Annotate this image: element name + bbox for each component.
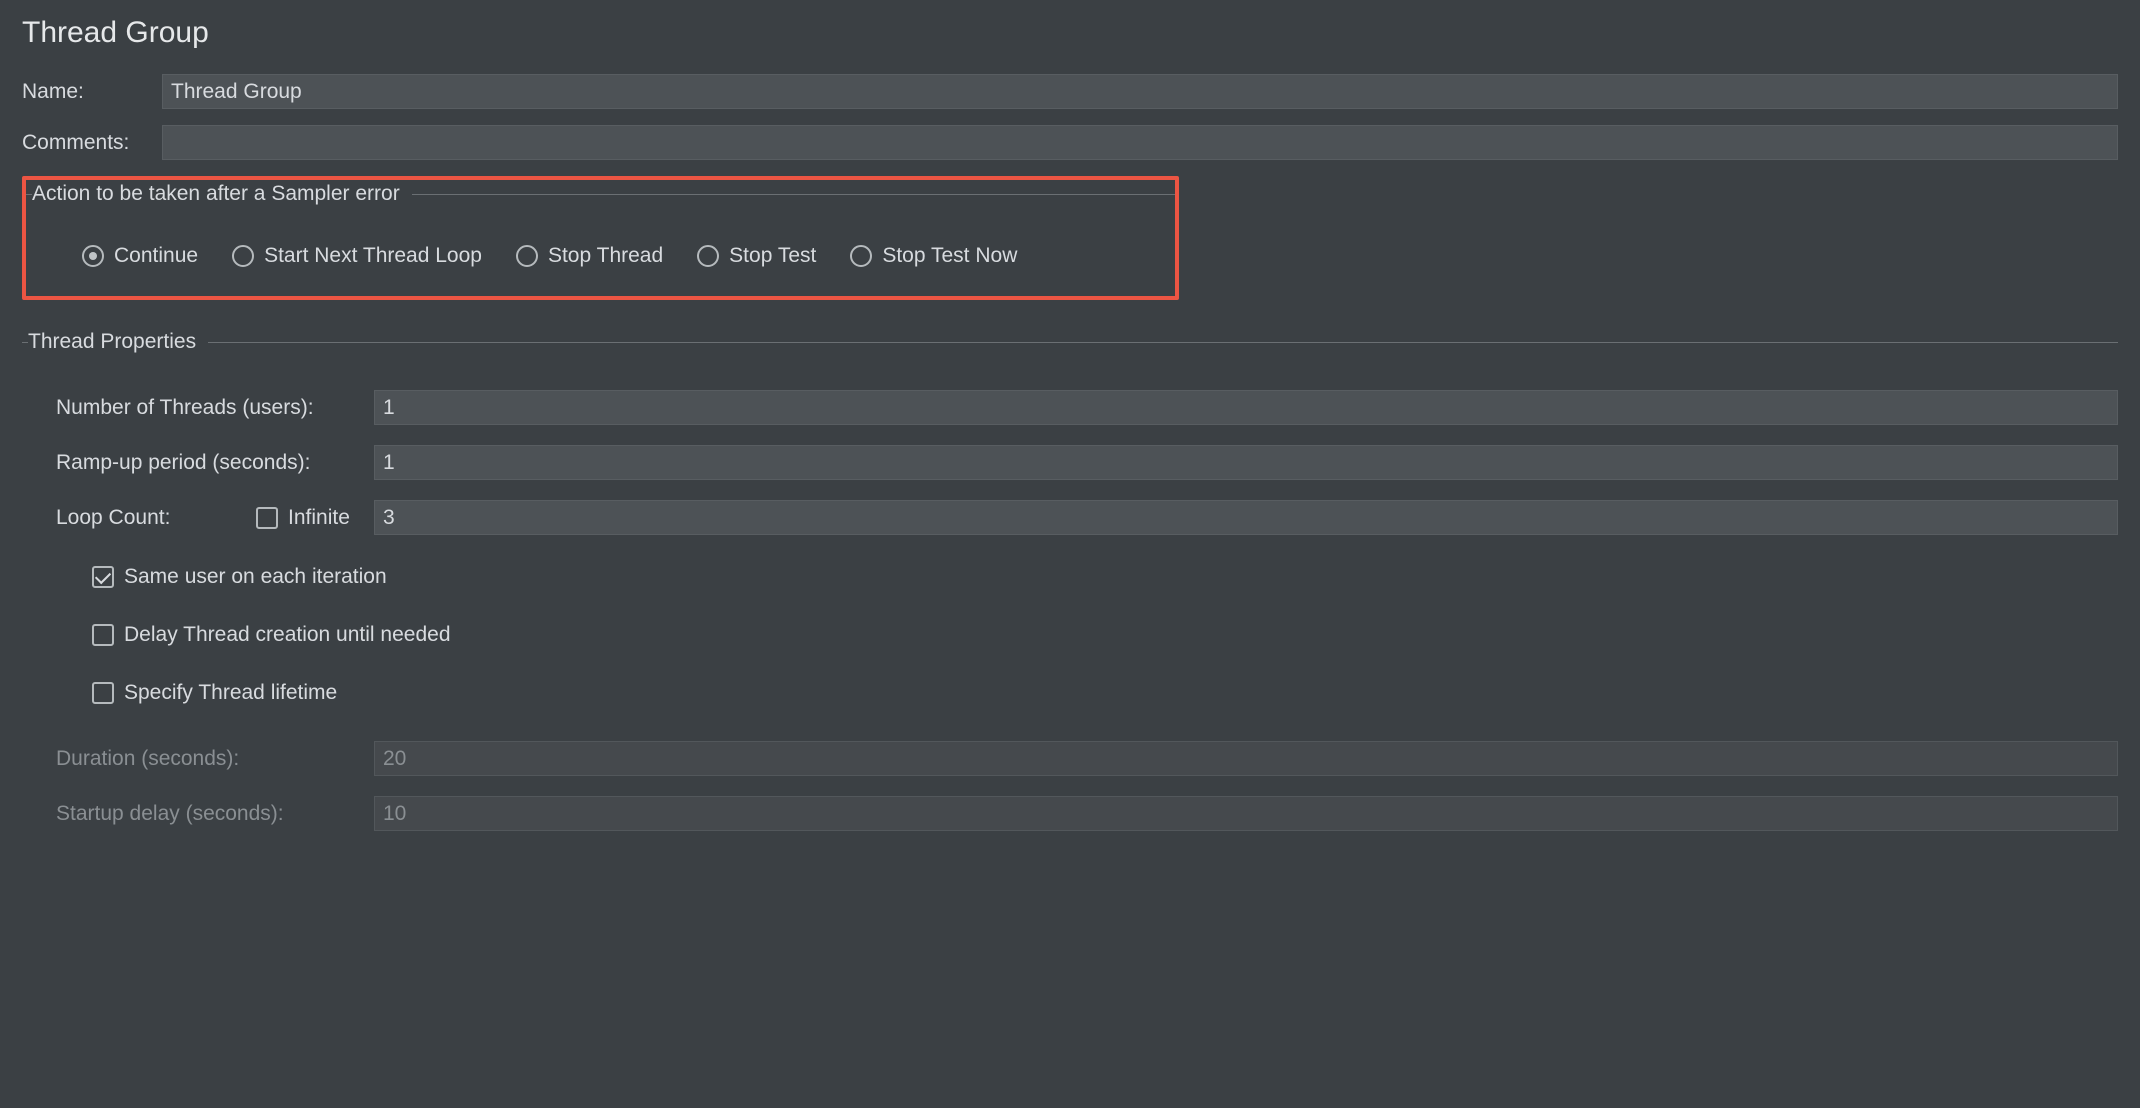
loop-infinite-checkbox[interactable] <box>256 507 278 529</box>
loop-count-label: Loop Count: <box>56 506 256 530</box>
radio-label: Stop Test Now <box>882 244 1017 268</box>
radio-stop-test[interactable]: Stop Test <box>697 244 816 268</box>
specify-lifetime-checkbox[interactable] <box>92 682 114 704</box>
ramp-up-label: Ramp-up period (seconds): <box>56 451 374 475</box>
comments-label: Comments: <box>22 131 162 155</box>
comments-input[interactable] <box>162 125 2118 160</box>
thread-properties-group: Thread Properties Number of Threads (use… <box>22 330 2118 851</box>
same-user-checkbox[interactable] <box>92 566 114 588</box>
radio-start-next-loop[interactable]: Start Next Thread Loop <box>232 244 482 268</box>
radio-label: Continue <box>114 244 198 268</box>
radio-label: Stop Thread <box>548 244 663 268</box>
thread-properties-legend: Thread Properties <box>28 330 208 354</box>
radio-icon <box>82 245 104 267</box>
startup-delay-input <box>374 796 2118 831</box>
num-threads-input[interactable] <box>374 390 2118 425</box>
radio-label: Start Next Thread Loop <box>264 244 482 268</box>
loop-count-input[interactable] <box>374 500 2118 535</box>
error-action-highlight: Action to be taken after a Sampler error… <box>22 176 1179 300</box>
radio-stop-thread[interactable]: Stop Thread <box>516 244 663 268</box>
radio-continue[interactable]: Continue <box>82 244 198 268</box>
same-user-label: Same user on each iteration <box>124 565 387 589</box>
ramp-up-input[interactable] <box>374 445 2118 480</box>
radio-label: Stop Test <box>729 244 816 268</box>
name-label: Name: <box>22 80 162 104</box>
error-action-radio-row: Continue Start Next Thread Loop Stop Thr… <box>26 206 1175 268</box>
radio-icon <box>850 245 872 267</box>
radio-icon <box>516 245 538 267</box>
error-action-legend: Action to be taken after a Sampler error <box>32 182 412 206</box>
specify-lifetime-label: Specify Thread lifetime <box>124 681 337 705</box>
duration-label: Duration (seconds): <box>56 747 374 771</box>
delay-creation-checkbox[interactable] <box>92 624 114 646</box>
num-threads-label: Number of Threads (users): <box>56 396 374 420</box>
error-action-group: Action to be taken after a Sampler error… <box>26 182 1175 268</box>
duration-input <box>374 741 2118 776</box>
radio-stop-test-now[interactable]: Stop Test Now <box>850 244 1017 268</box>
radio-icon <box>697 245 719 267</box>
startup-delay-label: Startup delay (seconds): <box>56 802 374 826</box>
loop-infinite-label: Infinite <box>288 506 350 530</box>
page-title: Thread Group <box>22 16 2118 50</box>
radio-icon <box>232 245 254 267</box>
name-input[interactable] <box>162 74 2118 109</box>
delay-creation-label: Delay Thread creation until needed <box>124 623 451 647</box>
